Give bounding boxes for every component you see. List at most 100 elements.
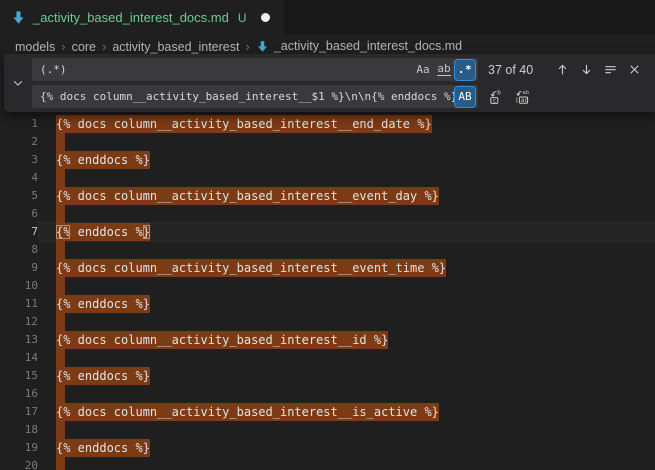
- unsaved-changes-dot-icon[interactable]: [261, 13, 270, 22]
- chevron-down-icon: [11, 76, 25, 90]
- editor-tab[interactable]: _activity_based_interest_docs.md U: [0, 0, 284, 35]
- breadcrumb-item[interactable]: core: [72, 40, 96, 54]
- replace-input[interactable]: {% docs column__activity_based_interest_…: [32, 85, 478, 108]
- match-highlight: [56, 277, 65, 295]
- line-number: 2: [0, 133, 38, 151]
- svg-text:b: b: [497, 89, 501, 96]
- line-number: 16: [0, 385, 38, 403]
- regex-toggle[interactable]: .*: [455, 60, 475, 80]
- code-line: 12: [0, 313, 655, 331]
- line-number: 6: [0, 205, 38, 223]
- code-line: 5{% docs column__activity_based_interest…: [0, 187, 655, 205]
- line-content[interactable]: {% enddocs %}: [38, 151, 655, 169]
- code-line: 7 {% enddocs %}: [0, 223, 655, 241]
- line-number: 3: [0, 151, 38, 169]
- line-content[interactable]: [38, 169, 655, 187]
- match-highlight: {% enddocs %}: [56, 151, 150, 169]
- match-highlight: {% enddocs %}: [56, 223, 150, 241]
- match-case-toggle[interactable]: Aa: [413, 60, 433, 80]
- line-number: 15: [0, 367, 38, 385]
- match-highlight: {% docs column__activity_based_interest_…: [56, 331, 388, 349]
- match-highlight: [56, 421, 65, 439]
- code-line: 17{% docs column__activity_based_interes…: [0, 403, 655, 421]
- line-content[interactable]: [38, 205, 655, 223]
- line-content[interactable]: [38, 385, 655, 403]
- replace-all-button[interactable]: ab ac: [511, 86, 532, 107]
- code-line: 16: [0, 385, 655, 403]
- line-content[interactable]: [38, 457, 655, 470]
- tab-filename: _activity_based_interest_docs.md: [33, 10, 229, 25]
- code-lines: 1 {% docs column__activity_based_interest…: [0, 115, 655, 470]
- line-number: 11: [0, 295, 38, 313]
- match-highlight: [56, 169, 65, 187]
- next-match-button[interactable]: [576, 59, 597, 80]
- replace-button[interactable]: b c: [485, 86, 506, 107]
- line-content[interactable]: {% docs column__activity_based_interest_…: [38, 259, 655, 277]
- find-replace-widget: (.*) Aa ab .* 37 of 40: [4, 54, 655, 112]
- line-number: 1: [0, 115, 38, 133]
- breadcrumb-item[interactable]: models: [15, 40, 55, 54]
- line-number: 19: [0, 439, 38, 457]
- line-content[interactable]: {% enddocs %}: [38, 223, 655, 241]
- line-content[interactable]: [38, 241, 655, 259]
- line-content[interactable]: {% enddocs %}: [38, 295, 655, 313]
- code-line: 19 {% enddocs %}: [0, 439, 655, 457]
- match-highlight: {% enddocs %}: [56, 295, 150, 313]
- code-line: 10: [0, 277, 655, 295]
- match-highlight: [56, 241, 65, 259]
- line-content[interactable]: [38, 421, 655, 439]
- preserve-case-toggle[interactable]: AB: [455, 87, 475, 107]
- match-highlight: [56, 385, 65, 403]
- line-content[interactable]: {% docs column__activity_based_interest_…: [38, 187, 655, 205]
- chevron-right-icon: ›: [102, 39, 106, 54]
- line-content[interactable]: {% enddocs %}: [38, 439, 655, 457]
- line-content[interactable]: [38, 349, 655, 367]
- match-highlight: [56, 205, 65, 223]
- code-line: 3 {% enddocs %}: [0, 151, 655, 169]
- line-content[interactable]: {% enddocs %}: [38, 367, 655, 385]
- bracket-match: {%: [56, 225, 70, 239]
- line-content[interactable]: {% docs column__activity_based_interest_…: [38, 331, 655, 349]
- find-query: (.*): [40, 63, 412, 76]
- selection-lines-icon: [603, 62, 618, 77]
- code-line: 15 {% enddocs %}: [0, 367, 655, 385]
- code-line: 11 {% enddocs %}: [0, 295, 655, 313]
- code-line: 14: [0, 349, 655, 367]
- code-line: 9{% docs column__activity_based_interest…: [0, 259, 655, 277]
- line-number: 12: [0, 313, 38, 331]
- code-line: 8: [0, 241, 655, 259]
- code-line: 18: [0, 421, 655, 439]
- match-highlight: [56, 349, 65, 367]
- find-in-selection-button[interactable]: [600, 59, 621, 80]
- bracket-match: }: [143, 225, 150, 239]
- code-line: 4: [0, 169, 655, 187]
- toggle-replace-button[interactable]: [4, 54, 32, 112]
- line-number: 7: [0, 223, 38, 241]
- line-number: 20: [0, 457, 38, 470]
- find-input[interactable]: (.*) Aa ab .*: [32, 58, 478, 81]
- breadcrumb-item[interactable]: activity_based_interest: [112, 40, 239, 54]
- match-highlight: {% docs column__activity_based_interest_…: [56, 115, 432, 133]
- line-number: 4: [0, 169, 38, 187]
- code-line: 6: [0, 205, 655, 223]
- line-number: 9: [0, 259, 38, 277]
- whole-word-toggle[interactable]: ab: [434, 60, 454, 80]
- line-content[interactable]: [38, 313, 655, 331]
- line-content[interactable]: {% docs column__activity_based_interest_…: [38, 115, 655, 133]
- arrow-down-icon: [579, 62, 594, 77]
- chevron-right-icon: ›: [245, 39, 249, 54]
- match-count: 37 of 40: [488, 63, 533, 77]
- match-highlight: [56, 133, 65, 151]
- match-highlight: {% enddocs %}: [56, 367, 150, 385]
- code-line: 2: [0, 133, 655, 151]
- line-number: 8: [0, 241, 38, 259]
- replace-value: {% docs column__activity_based_interest_…: [40, 90, 454, 103]
- previous-match-button[interactable]: [552, 59, 573, 80]
- line-content[interactable]: {% docs column__activity_based_interest_…: [38, 403, 655, 421]
- line-number: 14: [0, 349, 38, 367]
- line-content[interactable]: [38, 133, 655, 151]
- match-highlight: {% enddocs %}: [56, 439, 150, 457]
- close-find-button[interactable]: [624, 59, 645, 80]
- line-content[interactable]: [38, 277, 655, 295]
- breadcrumb-item-file[interactable]: _activity_based_interest_docs.md: [274, 39, 462, 53]
